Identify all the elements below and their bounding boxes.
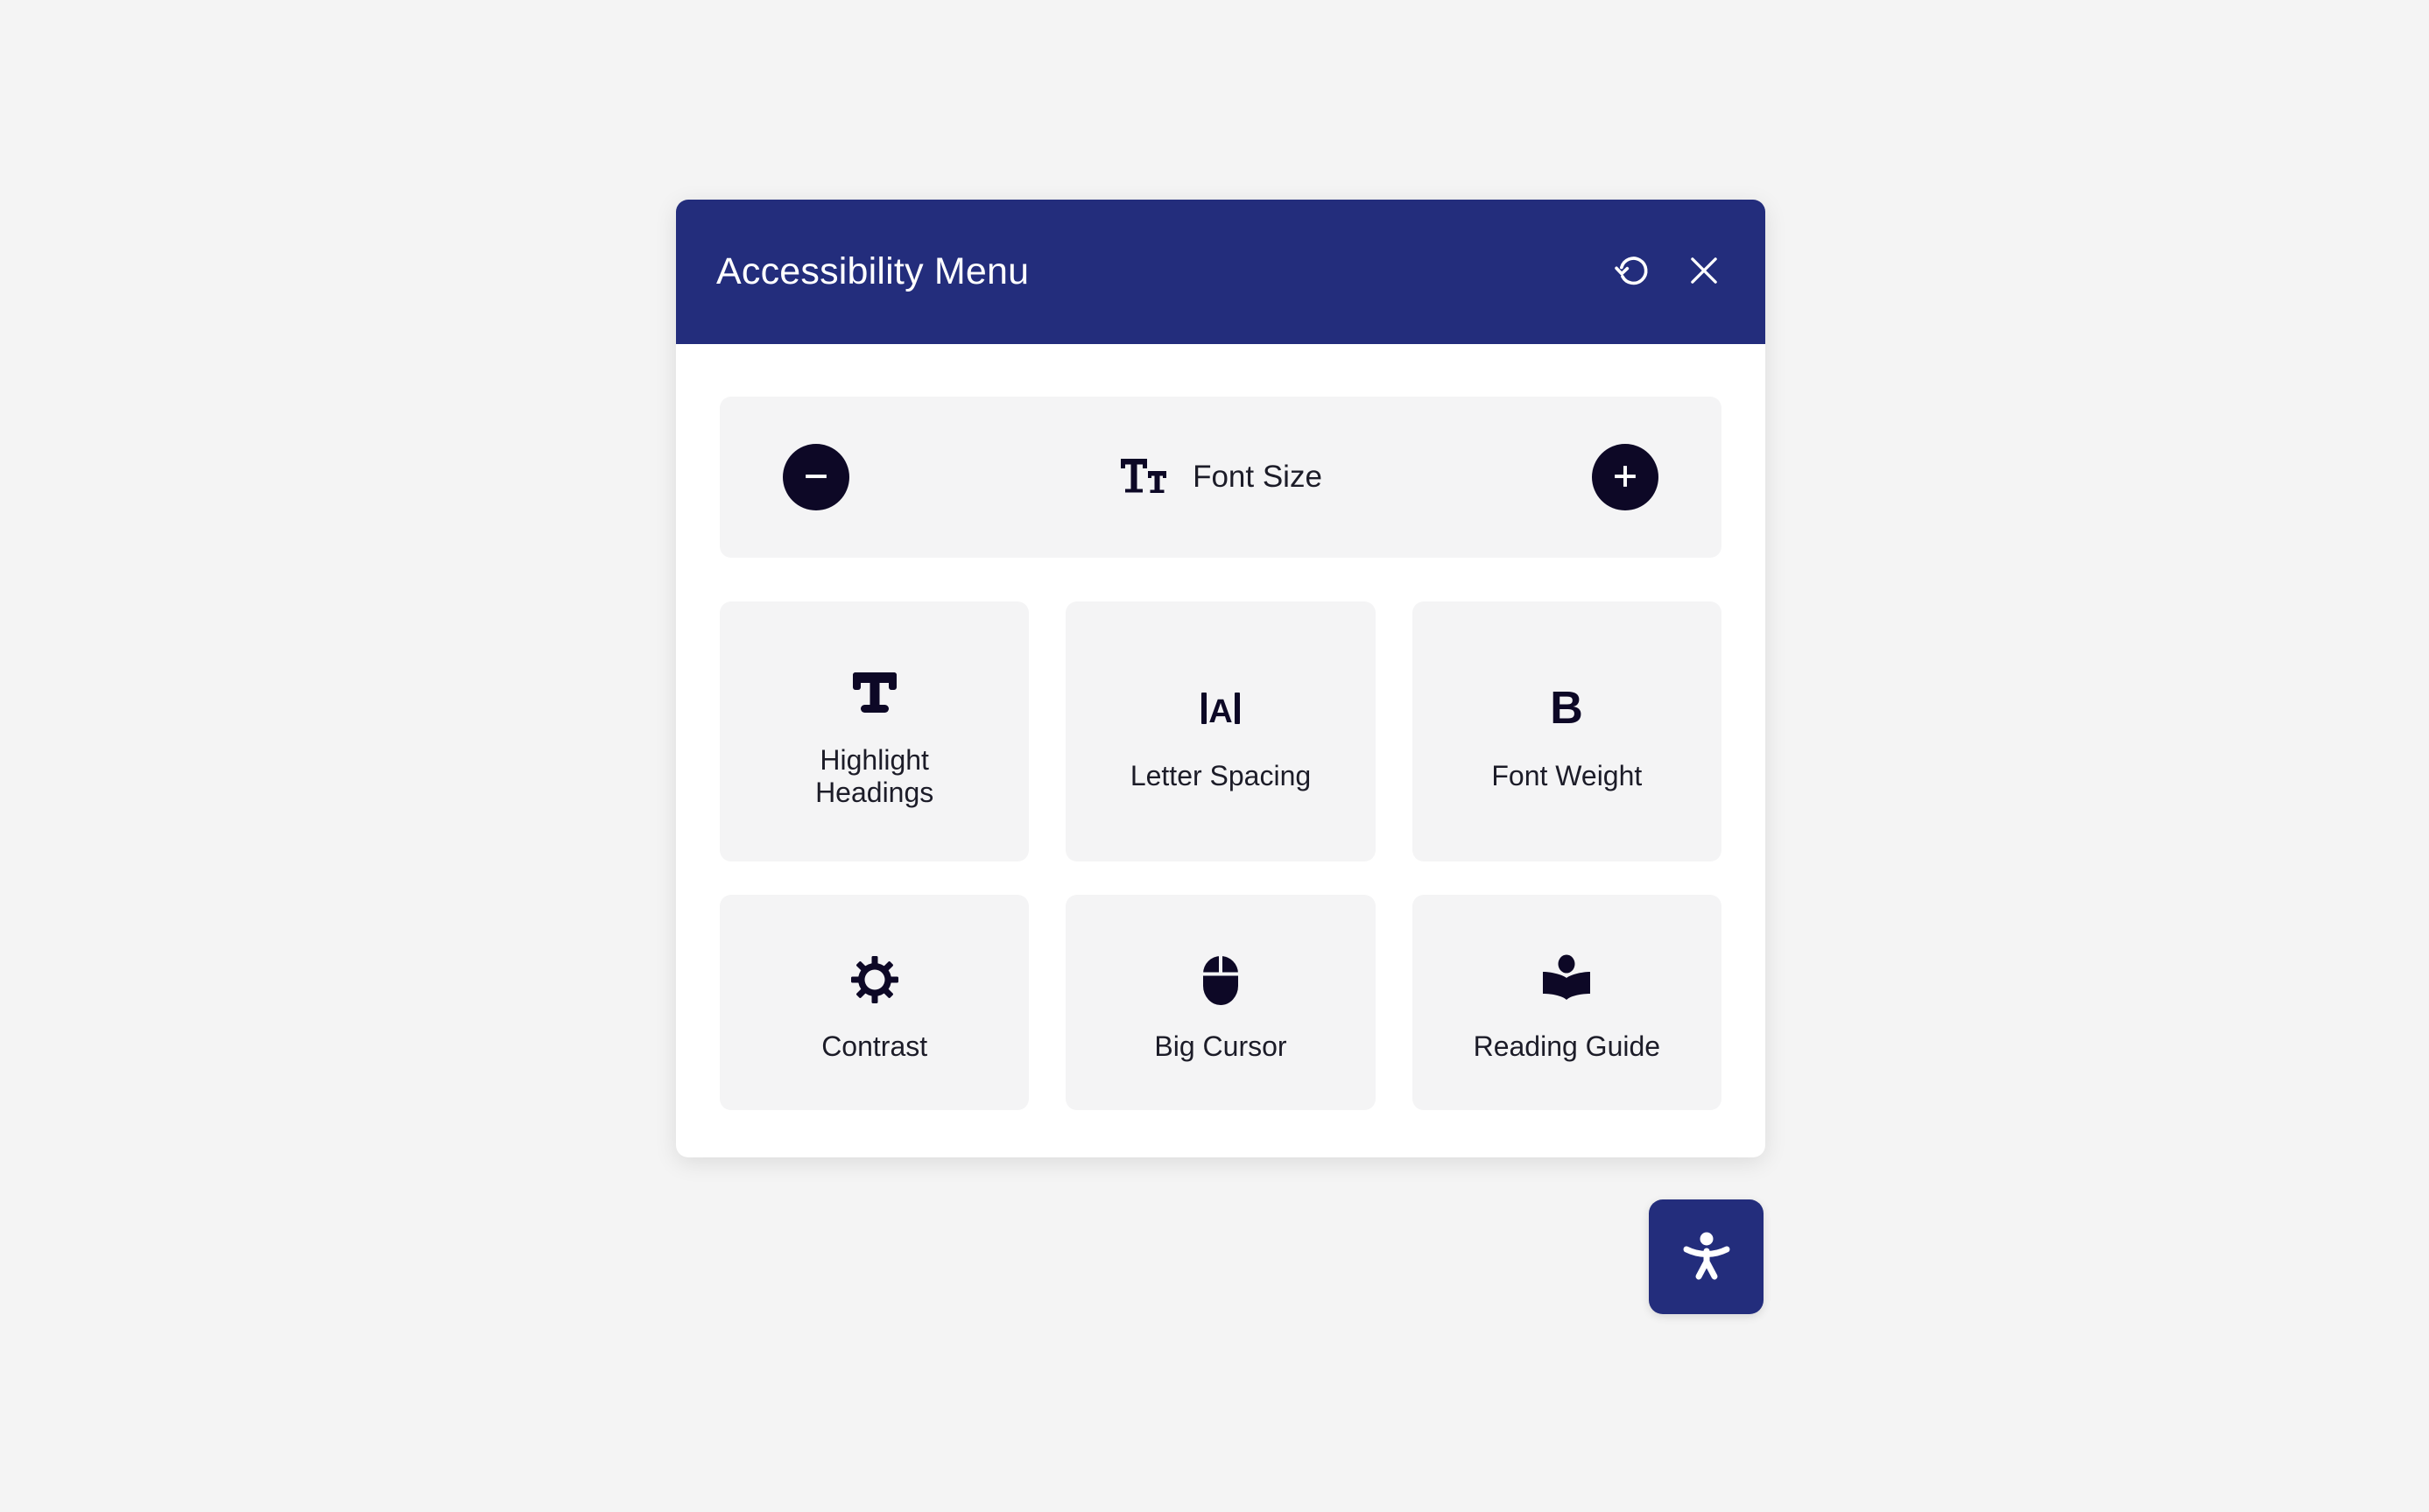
accessibility-menu-panel: Accessibility Menu Font Size Highlight H… <box>676 200 1765 1157</box>
tile-label: Reading Guide <box>1473 1030 1661 1062</box>
mouse-icon <box>1197 943 1244 1016</box>
tile-label: Font Weight <box>1491 760 1643 792</box>
minus-icon <box>799 460 833 496</box>
serif-capital-t-icon <box>848 655 902 728</box>
open-book-reader-icon <box>1539 943 1594 1016</box>
gear-contrast-icon <box>849 943 900 1016</box>
font-size-control: Font Size <box>720 397 1721 558</box>
font-size-label: Font Size <box>1193 460 1322 494</box>
panel-header: Accessibility Menu <box>676 200 1765 344</box>
tile-label: Big Cursor <box>1154 1030 1287 1062</box>
panel-body: Font Size Highlight Headings A Letter Sp… <box>676 344 1765 1157</box>
tile-label: Highlight Headings <box>815 744 934 808</box>
letter-spacing-bars-a-icon: A <box>1195 671 1246 744</box>
reset-button[interactable] <box>1611 250 1657 295</box>
close-x-icon <box>1686 252 1722 292</box>
panel-title: Accessibility Menu <box>716 250 1030 292</box>
font-size-label-group: Font Size <box>1119 454 1322 501</box>
bold-b-icon: B <box>1541 671 1592 744</box>
svg-text:B: B <box>1551 683 1584 733</box>
tile-letter-spacing[interactable]: A Letter Spacing <box>1066 601 1376 861</box>
tile-label: Letter Spacing <box>1130 760 1312 792</box>
tile-highlight-headings[interactable]: Highlight Headings <box>720 601 1030 861</box>
tile-row-typography: Highlight Headings A Letter Spacing B Fo… <box>720 601 1721 861</box>
close-button[interactable] <box>1681 250 1727 295</box>
reset-circular-arrow-icon <box>1614 250 1654 293</box>
tile-big-cursor[interactable]: Big Cursor <box>1066 895 1376 1110</box>
font-size-tt-icon <box>1119 454 1168 501</box>
svg-text:A: A <box>1208 693 1232 730</box>
tile-row-display: Contrast Big Cursor Reading Guide <box>720 895 1721 1110</box>
plus-icon <box>1609 460 1642 496</box>
accessibility-person-icon <box>1678 1227 1736 1287</box>
font-size-decrease-button[interactable] <box>783 444 849 510</box>
tile-font-weight[interactable]: B Font Weight <box>1412 601 1721 861</box>
accessibility-launcher-button[interactable] <box>1649 1199 1764 1314</box>
tile-reading-guide[interactable]: Reading Guide <box>1412 895 1721 1110</box>
tile-contrast[interactable]: Contrast <box>720 895 1030 1110</box>
header-actions <box>1611 250 1727 295</box>
tile-label: Contrast <box>821 1030 928 1062</box>
font-size-increase-button[interactable] <box>1591 444 1658 510</box>
